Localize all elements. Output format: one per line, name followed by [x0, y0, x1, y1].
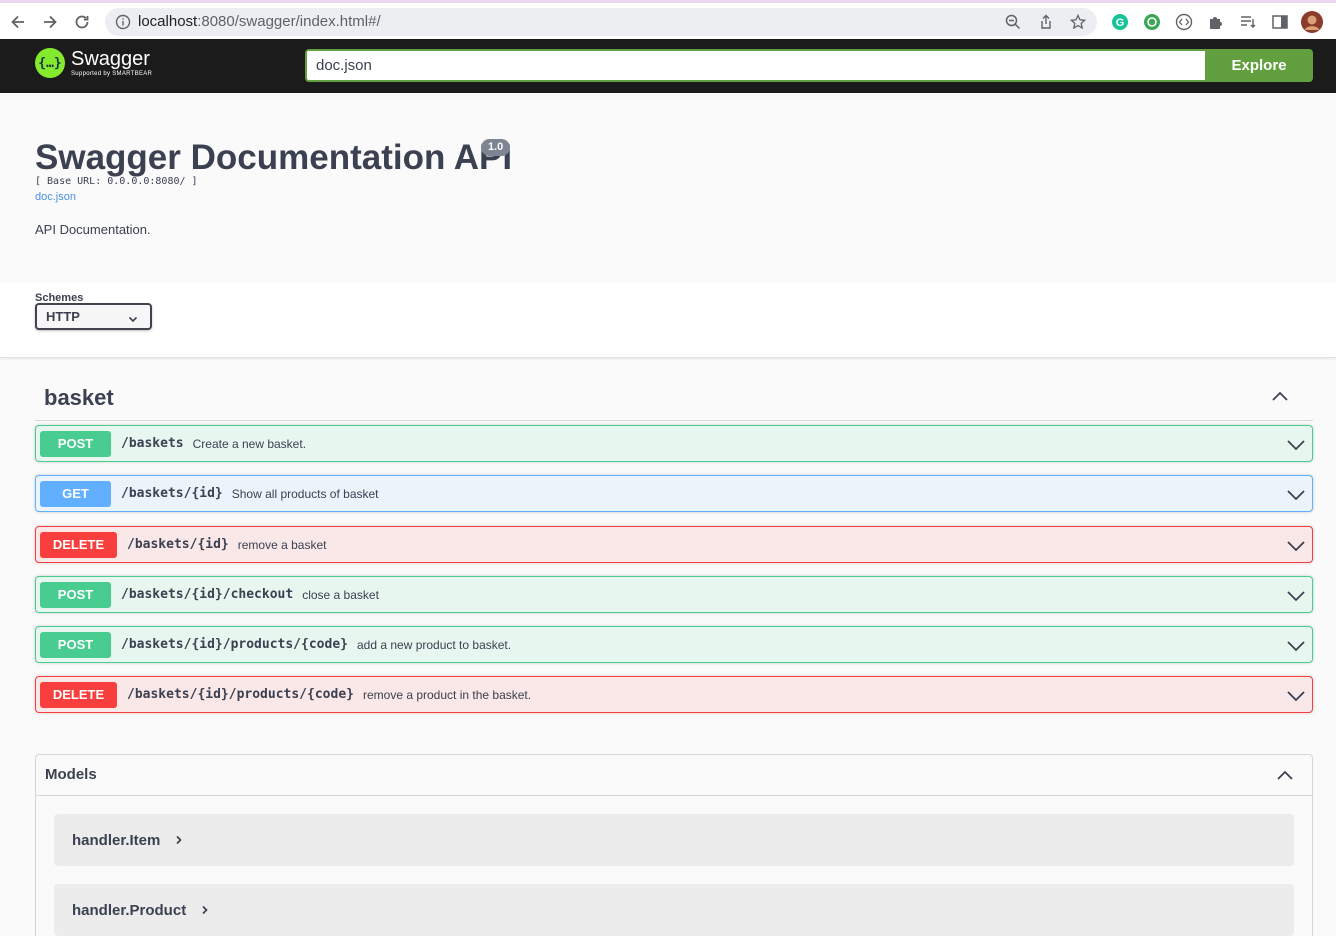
- models-header[interactable]: Models: [36, 755, 1312, 796]
- spec-doc-link[interactable]: doc.json: [35, 191, 76, 203]
- extension-green-icon[interactable]: [1142, 12, 1162, 32]
- operation-delete-product[interactable]: DELETE /baskets/{id}/products/{code} rem…: [35, 676, 1313, 713]
- zoom-icon[interactable]: [1003, 12, 1023, 32]
- operation-summary: close a basket: [302, 587, 379, 602]
- swagger-topbar: {…} Swagger Supported by SMARTBEAR Explo…: [0, 39, 1336, 93]
- swagger-logo-text: Swagger Supported by SMARTBEAR: [71, 49, 152, 77]
- chevron-down-icon: [128, 312, 138, 327]
- models-section: Models handler.Item handler.Product: [35, 754, 1313, 936]
- operation-post-product[interactable]: POST /baskets/{id}/products/{code} add a…: [35, 626, 1313, 663]
- operation-post-baskets[interactable]: POST /baskets Create a new basket.: [35, 425, 1313, 462]
- operation-path: /baskets/{id}/checkout: [121, 587, 294, 602]
- method-badge: POST: [40, 631, 111, 658]
- operation-path: /baskets: [121, 436, 184, 451]
- chevron-right-icon[interactable]: [200, 905, 210, 915]
- chevron-up-icon[interactable]: [1276, 767, 1294, 790]
- chevron-down-icon[interactable]: [1286, 586, 1306, 611]
- share-icon[interactable]: [1036, 12, 1056, 32]
- operation-path: /baskets/{id}/products/{code}: [121, 637, 348, 652]
- grammarly-icon[interactable]: G: [1110, 12, 1130, 32]
- chevron-down-icon[interactable]: [1286, 636, 1306, 661]
- operation-delete-basket[interactable]: DELETE /baskets/{id} remove a basket: [35, 526, 1313, 563]
- base-url: [ Base URL: 0.0.0.0:8080/ ]: [35, 176, 198, 187]
- operation-summary: Create a new basket.: [192, 436, 307, 451]
- side-panel-icon[interactable]: [1270, 12, 1290, 32]
- url-host: localhost: [138, 13, 198, 30]
- forward-icon[interactable]: [39, 11, 61, 33]
- operation-get-basket[interactable]: GET /baskets/{id} Show all products of b…: [35, 475, 1313, 512]
- explore-button[interactable]: Explore: [1205, 49, 1313, 82]
- operation-summary: remove a basket: [237, 537, 327, 552]
- operation-summary: remove a product in the basket.: [362, 687, 532, 702]
- reading-list-icon[interactable]: [1238, 12, 1258, 32]
- method-badge: DELETE: [40, 681, 117, 708]
- site-info-icon[interactable]: [115, 14, 131, 35]
- method-badge: POST: [40, 581, 111, 608]
- schemes-section: Schemes HTTP: [0, 282, 1336, 358]
- version-badge: 1.0: [481, 139, 511, 156]
- api-description: API Documentation.: [35, 222, 151, 237]
- extensions-puzzle-icon[interactable]: [1206, 12, 1226, 32]
- method-badge: DELETE: [40, 531, 117, 558]
- reload-icon[interactable]: [71, 11, 93, 33]
- logo-subtitle: Supported by SMARTBEAR: [71, 71, 153, 77]
- operation-path: /baskets/{id}: [127, 537, 229, 552]
- swagger-logo-icon: {…}: [35, 48, 65, 78]
- url-text: localhost:8080/swagger/index.html#/: [138, 13, 381, 30]
- operation-summary: Show all products of basket: [231, 486, 379, 501]
- operation-post-checkout[interactable]: POST /baskets/{id}/checkout close a bask…: [35, 576, 1313, 613]
- model-name: handler.Product: [72, 901, 187, 919]
- schemes-select[interactable]: HTTP: [35, 303, 152, 330]
- extension-code-icon[interactable]: [1174, 12, 1194, 32]
- tag-name: basket: [44, 385, 114, 410]
- method-badge: GET: [40, 480, 111, 507]
- profile-avatar[interactable]: [1301, 11, 1323, 33]
- operation-summary: add a new product to basket.: [356, 637, 512, 652]
- back-icon[interactable]: [7, 11, 29, 33]
- tag-header-basket[interactable]: basket: [35, 378, 1313, 421]
- swagger-logo[interactable]: {…} Swagger Supported by SMARTBEAR: [35, 48, 152, 78]
- chevron-down-icon[interactable]: [1286, 686, 1306, 711]
- model-name: handler.Item: [72, 831, 161, 849]
- model-item[interactable]: handler.Item: [54, 814, 1294, 866]
- chevron-down-icon[interactable]: [1286, 485, 1306, 510]
- address-bar[interactable]: localhost:8080/swagger/index.html#/: [105, 8, 1097, 36]
- schemes-selected-value: HTTP: [46, 309, 80, 324]
- url-path: :8080/swagger/index.html#/: [197, 13, 381, 30]
- operation-path: /baskets/{id}: [121, 486, 223, 501]
- bookmark-star-icon[interactable]: [1068, 12, 1088, 32]
- operation-path: /baskets/{id}/products/{code}: [127, 687, 354, 702]
- api-title: Swagger Documentation API: [35, 138, 513, 177]
- chevron-right-icon[interactable]: [174, 835, 184, 845]
- method-badge: POST: [40, 430, 111, 457]
- spec-url-input[interactable]: [305, 49, 1206, 82]
- browser-toolbar: localhost:8080/swagger/index.html#/ G: [0, 0, 1336, 39]
- logo-title: Swagger: [71, 48, 150, 70]
- chevron-down-icon[interactable]: [1286, 536, 1306, 561]
- svg-text:G: G: [1116, 17, 1125, 29]
- models-title: Models: [45, 766, 97, 783]
- chevron-down-icon[interactable]: [1286, 435, 1306, 460]
- chevron-up-icon[interactable]: [1271, 388, 1289, 411]
- model-item[interactable]: handler.Product: [54, 884, 1294, 936]
